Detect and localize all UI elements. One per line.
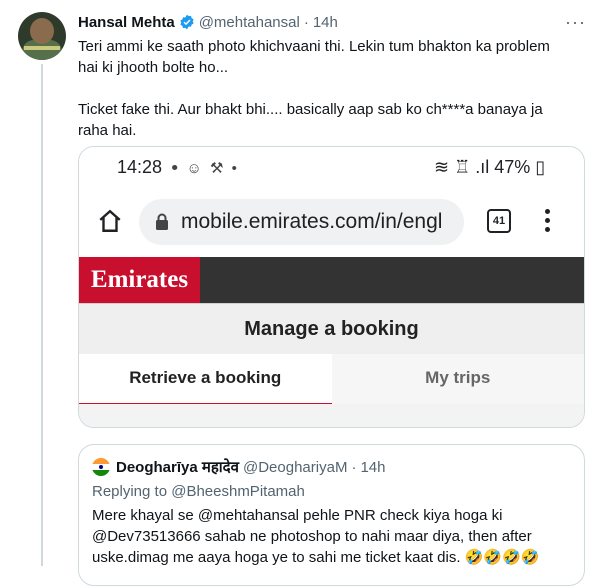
- quoted-header: Deogharīya महादेव @DeoghariyaM · 14h: [92, 457, 385, 477]
- status-battery: ≋ ♖ .ıl 47% ▯: [434, 157, 546, 177]
- tweet-paragraph: Ticket fake thi. Aur bhakt bhi.... basic…: [78, 101, 543, 139]
- page-body: [79, 404, 584, 427]
- thread-line: [41, 64, 43, 566]
- attached-screenshot[interactable]: 14:28 ꔷ ☺ ⚒ • ≋ ♖ .ıl 47% ▯ mobile.emira…: [78, 146, 585, 428]
- separator-dot: ·: [351, 458, 357, 476]
- india-flag-icon: [92, 458, 110, 476]
- tweet-text: Teri ammi ke saath photo khichvaani thi.…: [78, 36, 573, 141]
- home-icon: [99, 209, 121, 232]
- emirates-logo: Emirates: [79, 257, 200, 303]
- tweet: Hansal Mehta @mehtahansal · 14h ··· Teri…: [0, 0, 595, 586]
- replying-to: Replying to @BheeshmPitamah: [92, 483, 305, 500]
- quoted-time[interactable]: 14h: [360, 459, 385, 476]
- avatar[interactable]: [18, 12, 66, 60]
- status-clock: 14:28: [117, 157, 163, 177]
- tab-count-icon: 41: [487, 209, 511, 233]
- browser-address-bar: mobile.emirates.com/in/engl 41: [79, 191, 584, 255]
- quoted-author-handle[interactable]: @DeoghariyaM: [243, 459, 347, 476]
- lock-icon: [156, 213, 168, 230]
- tab-my-trips: My trips: [331, 354, 584, 404]
- quoted-text: Mere khayal se @mehtahansal pehle PNR ch…: [92, 507, 540, 566]
- site-header: Emirates: [79, 257, 584, 303]
- tweet-paragraph: Teri ammi ke saath photo khichvaani thi.…: [78, 38, 550, 76]
- quoted-author-name[interactable]: Deogharīya महादेव: [116, 457, 239, 477]
- url-box: mobile.emirates.com/in/engl: [139, 199, 464, 245]
- author-name[interactable]: Hansal Mehta: [78, 14, 175, 31]
- kebab-menu-icon: [545, 209, 551, 235]
- tweet-time[interactable]: 14h: [313, 14, 338, 31]
- manage-booking-title: Manage a booking: [79, 303, 584, 355]
- separator-dot: ·: [303, 13, 309, 31]
- more-options-icon[interactable]: ···: [565, 12, 586, 33]
- tab-retrieve-booking: Retrieve a booking: [79, 354, 332, 407]
- url-text: mobile.emirates.com/in/engl: [181, 210, 443, 233]
- status-icons: ꔷ ☺ ⚒ •: [171, 160, 239, 177]
- booking-tabs: Retrieve a booking My trips: [79, 354, 584, 407]
- tweet-header: Hansal Mehta @mehtahansal · 14h: [78, 12, 338, 32]
- verified-icon: [180, 14, 194, 30]
- author-handle[interactable]: @mehtahansal: [199, 14, 300, 31]
- phone-status-bar: 14:28 ꔷ ☺ ⚒ • ≋ ♖ .ıl 47% ▯: [79, 147, 584, 191]
- quoted-tweet[interactable]: Deogharīya महादेव @DeoghariyaM · 14h Rep…: [78, 444, 585, 586]
